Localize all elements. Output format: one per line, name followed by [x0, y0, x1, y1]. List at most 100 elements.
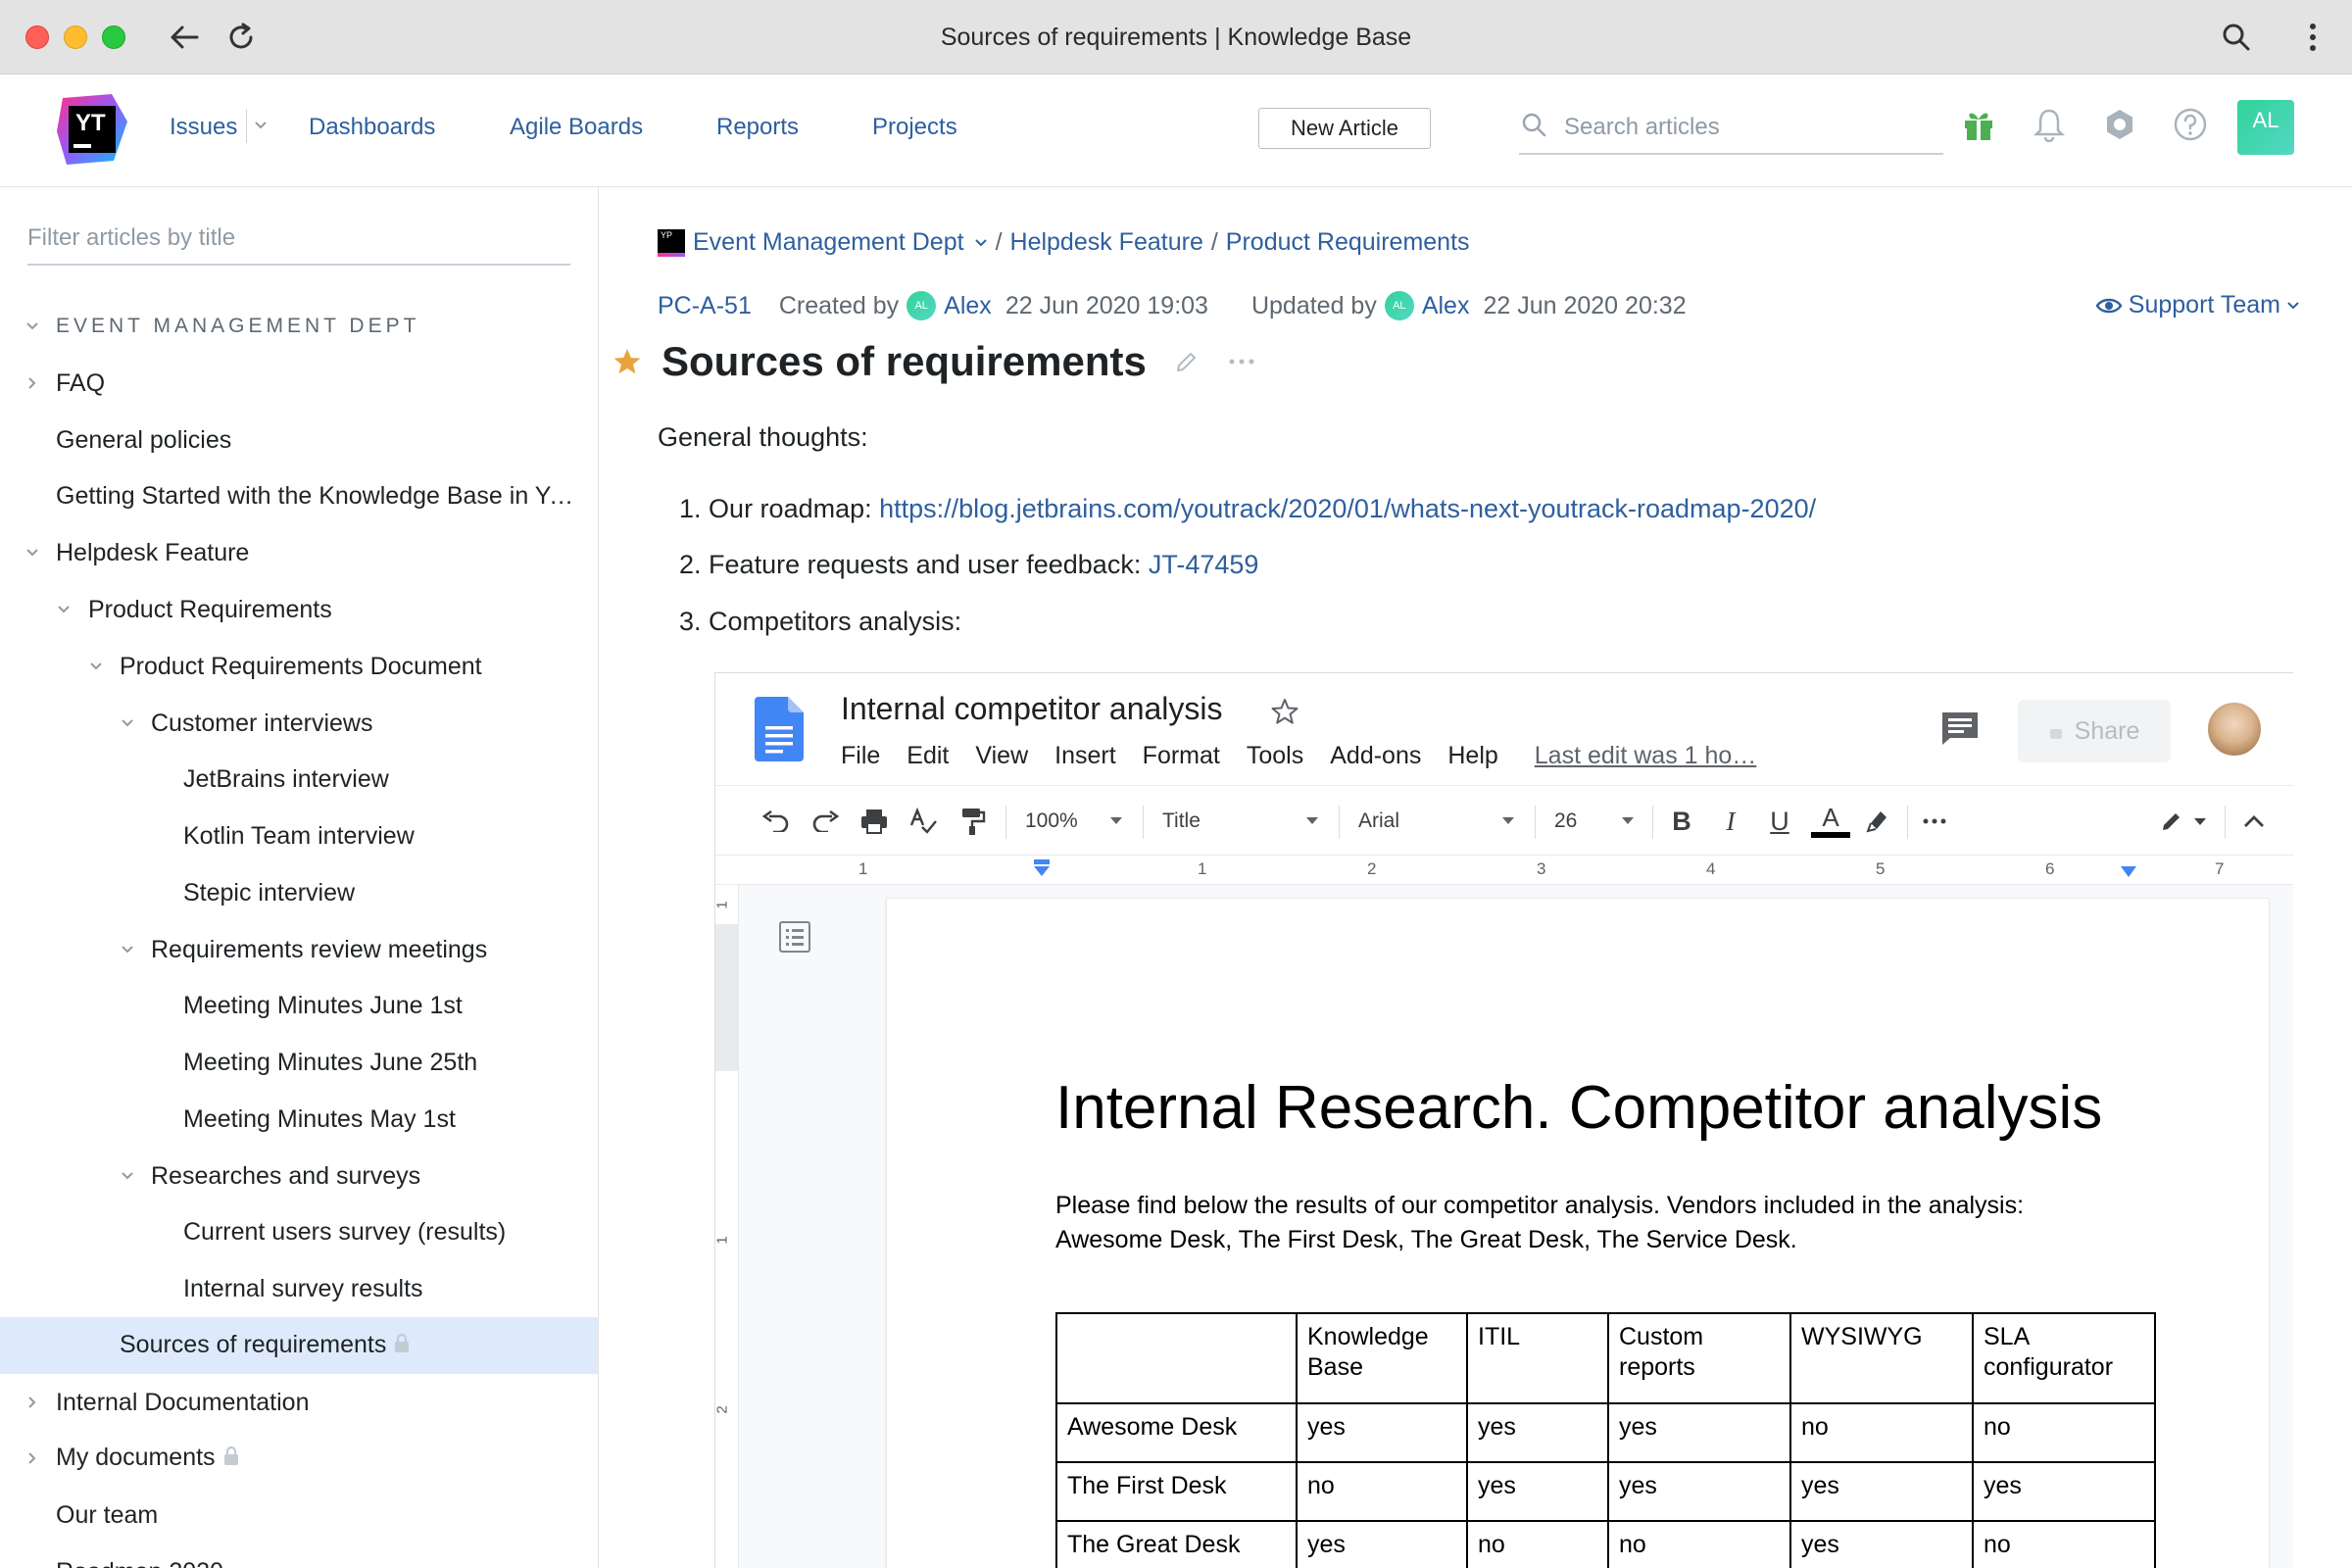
- breadcrumb-helpdesk[interactable]: Helpdesk Feature: [1010, 228, 1203, 257]
- notifications-bell-icon[interactable]: [2029, 104, 2070, 145]
- tree-item-prd[interactable]: Product Requirements Document: [0, 638, 598, 695]
- tree-item-minutes-june-1[interactable]: Meeting Minutes June 1st: [0, 977, 598, 1034]
- tree-item-helpdesk-feature[interactable]: Helpdesk Feature: [0, 524, 598, 581]
- star-icon[interactable]: [612, 347, 642, 376]
- created-by[interactable]: Alex: [944, 292, 992, 320]
- filter-articles-input[interactable]: [27, 217, 570, 260]
- collapse-toolbar-icon[interactable]: [2236, 804, 2272, 839]
- tree-item-general-policies[interactable]: General policies: [0, 412, 598, 468]
- font-select[interactable]: Arial: [1350, 804, 1523, 839]
- doc-user-avatar[interactable]: [2206, 701, 2263, 758]
- editing-mode-icon[interactable]: [2156, 804, 2215, 839]
- nav-issues[interactable]: Issues: [170, 114, 237, 141]
- font-size-select[interactable]: 26: [1546, 804, 1642, 839]
- tree-item-customer-interviews[interactable]: Customer interviews: [0, 695, 598, 752]
- gift-icon[interactable]: [1958, 104, 1999, 145]
- chevron-down-icon[interactable]: [119, 941, 136, 958]
- print-icon[interactable]: [857, 804, 892, 839]
- chevron-down-icon[interactable]: [119, 1167, 136, 1185]
- chevron-down-icon[interactable]: [974, 236, 988, 250]
- nav-agile-boards[interactable]: Agile Boards: [510, 114, 643, 141]
- tree-item-current-users-survey[interactable]: Current users survey (results): [0, 1203, 598, 1260]
- more-options-icon[interactable]: [1229, 358, 1254, 366]
- doc-title[interactable]: Internal competitor analysis: [841, 691, 1223, 727]
- star-outline-icon[interactable]: [1270, 697, 1299, 731]
- tree-item-my-documents[interactable]: My documents: [0, 1430, 598, 1487]
- nav-dashboards[interactable]: Dashboards: [309, 114, 435, 141]
- last-edit-link[interactable]: Last edit was 1 ho…: [1535, 742, 1757, 770]
- zoom-search-icon[interactable]: [2217, 18, 2256, 57]
- edit-pencil-icon[interactable]: [1174, 349, 1200, 374]
- issues-dropdown-icon[interactable]: [253, 118, 269, 138]
- chevron-down-icon[interactable]: [24, 544, 41, 562]
- zoom-select[interactable]: 100%: [1017, 804, 1131, 839]
- user-avatar[interactable]: AL: [2237, 100, 2294, 155]
- tree-item-getting-started[interactable]: Getting Started with the Knowledge Base …: [0, 467, 598, 524]
- underline-button[interactable]: U: [1762, 804, 1797, 839]
- tree-item-faq[interactable]: FAQ: [0, 355, 598, 412]
- more-vertical-icon[interactable]: [2293, 18, 2332, 57]
- nav-reports[interactable]: Reports: [716, 114, 799, 141]
- tree-item-product-requirements[interactable]: Product Requirements: [0, 581, 598, 638]
- menu-insert[interactable]: Insert: [1054, 742, 1116, 770]
- settings-hexagon-icon[interactable]: [2099, 104, 2140, 145]
- chevron-down-icon[interactable]: [55, 601, 73, 618]
- tree-item-internal-survey[interactable]: Internal survey results: [0, 1260, 598, 1317]
- tree-item-our-team[interactable]: Our team: [0, 1487, 598, 1544]
- tree-item-kotlin-interview[interactable]: Kotlin Team interview: [0, 808, 598, 864]
- visibility-selector[interactable]: Support Team: [2095, 291, 2300, 319]
- chevron-down-icon[interactable]: [24, 318, 41, 335]
- menu-edit[interactable]: Edit: [906, 742, 949, 770]
- menu-tools[interactable]: Tools: [1247, 742, 1303, 770]
- updated-by[interactable]: Alex: [1422, 292, 1470, 320]
- more-toolbar-icon[interactable]: [1917, 804, 1952, 839]
- right-indent-marker[interactable]: [2120, 865, 2137, 884]
- highlight-icon[interactable]: [1860, 804, 1895, 839]
- tree-item-roadmap-2020[interactable]: Roadmap 2020: [0, 1544, 598, 1568]
- breadcrumb-project[interactable]: Event Management Dept: [693, 228, 964, 257]
- italic-button[interactable]: I: [1713, 804, 1748, 839]
- chevron-right-icon[interactable]: [24, 374, 41, 392]
- issue-link[interactable]: JT-47459: [1149, 550, 1259, 579]
- menu-help[interactable]: Help: [1447, 742, 1497, 770]
- document-outline-icon[interactable]: [778, 920, 811, 958]
- nav-projects[interactable]: Projects: [872, 114, 957, 141]
- tree-item-minutes-june-25[interactable]: Meeting Minutes June 25th: [0, 1034, 598, 1091]
- chevron-down-icon[interactable]: [119, 714, 136, 732]
- chevron-right-icon[interactable]: [24, 1394, 41, 1411]
- tree-item-review-meetings[interactable]: Requirements review meetings: [0, 921, 598, 978]
- undo-icon[interactable]: [759, 804, 794, 839]
- google-docs-icon[interactable]: [755, 697, 804, 766]
- help-icon[interactable]: [2170, 104, 2211, 145]
- text-color-button[interactable]: A: [1811, 804, 1850, 839]
- bold-button[interactable]: B: [1664, 804, 1699, 839]
- font-value: Arial: [1358, 809, 1400, 832]
- tree-item-stepic-interview[interactable]: Stepic interview: [0, 864, 598, 921]
- spellcheck-icon[interactable]: [906, 804, 941, 839]
- tree-item-minutes-may-1[interactable]: Meeting Minutes May 1st: [0, 1091, 598, 1148]
- tree-item-internal-documentation[interactable]: Internal Documentation: [0, 1374, 598, 1431]
- article-id[interactable]: PC-A-51: [658, 292, 752, 320]
- doc-page[interactable]: Internal Research. Competitor analysis P…: [887, 899, 2269, 1568]
- tree-item-jetbrains-interview[interactable]: JetBrains interview: [0, 751, 598, 808]
- share-button[interactable]: Share: [2018, 700, 2171, 762]
- menu-view[interactable]: View: [975, 742, 1028, 770]
- tree-item-sources-of-requirements[interactable]: Sources of requirements: [0, 1317, 598, 1374]
- chevron-right-icon[interactable]: [24, 1449, 41, 1467]
- tree-item-researches-surveys[interactable]: Researches and surveys: [0, 1148, 598, 1204]
- new-article-button[interactable]: New Article: [1258, 108, 1431, 149]
- left-indent-marker[interactable]: [1031, 858, 1053, 884]
- tree-section-event-management[interactable]: EVENT MANAGEMENT DEPT: [0, 298, 598, 355]
- style-select[interactable]: Title: [1154, 804, 1327, 839]
- menu-addons[interactable]: Add-ons: [1330, 742, 1421, 770]
- chevron-down-icon[interactable]: [87, 658, 105, 675]
- redo-icon[interactable]: [808, 804, 843, 839]
- paint-format-icon[interactable]: [955, 804, 990, 839]
- youtrack-logo[interactable]: YT: [55, 92, 129, 167]
- comment-icon[interactable]: [1940, 710, 1980, 751]
- menu-file[interactable]: File: [841, 742, 880, 770]
- search-input[interactable]: [1562, 108, 1935, 147]
- breadcrumb-product-requirements[interactable]: Product Requirements: [1226, 228, 1470, 257]
- roadmap-link[interactable]: https://blog.jetbrains.com/youtrack/2020…: [879, 494, 1816, 523]
- menu-format[interactable]: Format: [1143, 742, 1220, 770]
